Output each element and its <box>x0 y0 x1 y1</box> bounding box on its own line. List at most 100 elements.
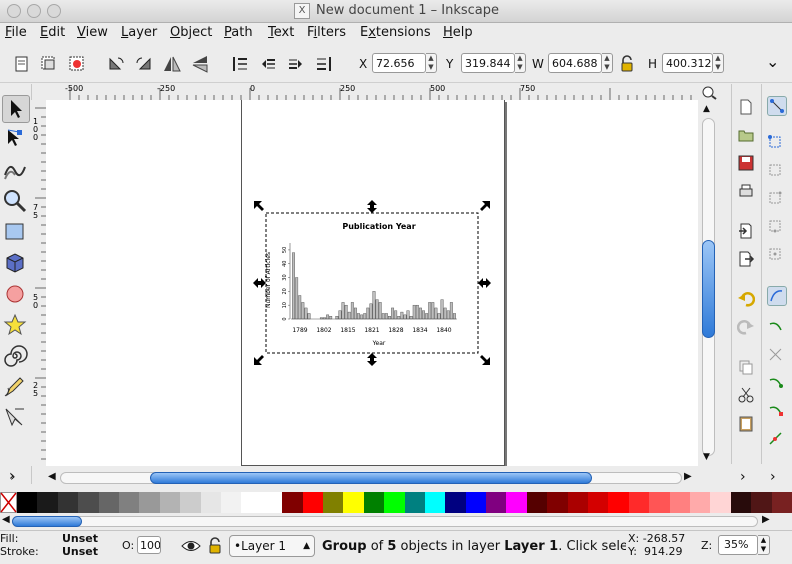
color-swatch[interactable] <box>57 492 79 513</box>
scroll-right-arrow[interactable]: ▶ <box>684 471 692 482</box>
snap-path-intersection-icon[interactable] <box>767 346 785 364</box>
color-swatch[interactable] <box>302 492 324 513</box>
new-document-icon[interactable] <box>737 98 755 116</box>
color-swatch[interactable] <box>710 492 732 513</box>
3d-box-tool-icon[interactable] <box>2 250 28 276</box>
palette-scroll-right-arrow[interactable]: ▶ <box>762 514 770 525</box>
pencil-tool-icon[interactable] <box>2 374 28 400</box>
color-swatch[interactable] <box>506 492 528 513</box>
color-swatch[interactable] <box>78 492 100 513</box>
select-all-layers-icon[interactable] <box>39 54 59 74</box>
y-input[interactable]: 319.844 <box>461 53 515 73</box>
horizontal-scrollbar[interactable]: ◀ ▶ <box>46 470 698 486</box>
layer-dropdown[interactable]: •Layer 1 ▲ <box>229 535 315 557</box>
color-swatch[interactable] <box>669 492 691 513</box>
zoom-fit-icon[interactable] <box>700 84 718 100</box>
snap-midpoint-icon[interactable] <box>767 430 785 448</box>
snap-smooth-node-icon[interactable] <box>767 402 785 420</box>
drawing-canvas[interactable]: Publication Year Year Number of Articles… <box>46 100 698 466</box>
color-swatch[interactable] <box>690 492 711 513</box>
node-tool-icon[interactable] <box>2 126 28 152</box>
menu-path[interactable]: Path <box>224 25 253 40</box>
zoom-tool-icon[interactable] <box>2 188 28 214</box>
star-tool-icon[interactable] <box>2 312 28 338</box>
copy-icon[interactable] <box>737 358 755 376</box>
handle-se[interactable] <box>480 355 490 365</box>
color-swatch[interactable] <box>567 492 589 513</box>
open-folder-icon[interactable] <box>737 126 755 144</box>
color-swatch[interactable] <box>322 492 344 513</box>
palette-scroll-thumb[interactable] <box>12 516 82 527</box>
handle-nw[interactable] <box>254 201 264 211</box>
palette-scroll-track[interactable] <box>12 516 758 527</box>
handle-s[interactable] <box>367 353 377 366</box>
snap-nodes-icon[interactable] <box>767 286 787 306</box>
horizontal-scroll-thumb[interactable] <box>150 472 592 484</box>
color-swatch[interactable] <box>465 492 487 513</box>
print-icon[interactable] <box>737 182 755 200</box>
commands-more-icon[interactable]: › <box>740 469 746 485</box>
menu-filters[interactable]: Filters <box>307 25 346 40</box>
snap-path-icon[interactable] <box>767 318 785 336</box>
color-swatch[interactable] <box>424 492 446 513</box>
redo-icon[interactable] <box>737 318 755 336</box>
menu-help[interactable]: Help <box>443 25 473 40</box>
x-input[interactable]: 72.656 <box>372 53 426 73</box>
handle-sw[interactable] <box>254 355 264 365</box>
color-swatch[interactable] <box>526 492 548 513</box>
minimize-window-button[interactable] <box>27 4 41 18</box>
w-input[interactable]: 604.688 <box>548 53 602 73</box>
color-swatch[interactable] <box>37 492 59 513</box>
color-swatch[interactable] <box>588 492 609 513</box>
flip-vertical-icon[interactable] <box>190 54 210 74</box>
lower-to-bottom-icon[interactable] <box>314 54 334 74</box>
menu-text[interactable]: Text <box>268 25 294 40</box>
rotate-cw-icon[interactable] <box>134 54 154 74</box>
color-swatch[interactable] <box>159 492 181 513</box>
menu-edit[interactable]: Edit <box>40 25 65 40</box>
snap-toggle-icon[interactable] <box>767 96 787 116</box>
spiral-tool-icon[interactable] <box>2 343 28 369</box>
snap-bbox-icon[interactable] <box>767 134 785 152</box>
palette-scroll-left-arrow[interactable]: ◀ <box>2 514 10 525</box>
menu-extensions[interactable]: Extensions <box>360 25 431 40</box>
save-icon[interactable] <box>737 154 755 172</box>
snap-bbox-midpoint-icon[interactable] <box>767 218 785 236</box>
menu-file[interactable]: File <box>5 25 27 40</box>
color-swatch[interactable] <box>118 492 140 513</box>
vertical-scrollbar[interactable]: ▲ ▼ <box>700 100 716 466</box>
color-swatch[interactable] <box>384 492 405 513</box>
scroll-left-arrow[interactable]: ◀ <box>48 471 56 482</box>
h-input[interactable]: 400.312 <box>662 53 713 73</box>
raise-to-top-icon[interactable] <box>230 54 250 74</box>
w-stepper[interactable]: ▲ ▼ <box>602 53 613 73</box>
color-swatch[interactable] <box>343 492 365 513</box>
zoom-input[interactable]: 35% <box>718 535 758 555</box>
color-swatch[interactable] <box>628 492 650 513</box>
paste-icon[interactable] <box>737 414 755 432</box>
close-window-button[interactable] <box>7 4 21 18</box>
snap-more-icon[interactable]: › <box>770 469 776 485</box>
color-swatch[interactable] <box>404 492 426 513</box>
zoom-window-button[interactable] <box>47 4 61 18</box>
color-swatch[interactable] <box>241 492 263 513</box>
handle-n[interactable] <box>367 200 377 213</box>
stroke-value[interactable]: Unset <box>62 545 98 558</box>
zoom-stepper[interactable]: ▲ ▼ <box>758 535 770 555</box>
color-swatch[interactable] <box>649 492 671 513</box>
toolbar-overflow-button[interactable]: ⌄ <box>766 52 779 71</box>
color-swatch[interactable] <box>261 492 283 513</box>
color-swatch[interactable] <box>771 492 792 513</box>
rectangle-tool-icon[interactable] <box>2 219 28 245</box>
handle-ne[interactable] <box>480 201 490 211</box>
y-stepper[interactable]: ▲ ▼ <box>515 53 526 73</box>
scroll-down-arrow[interactable]: ▼ <box>703 452 710 462</box>
color-swatch[interactable] <box>139 492 161 513</box>
snap-cusp-node-icon[interactable] <box>767 374 785 392</box>
color-swatch[interactable] <box>17 492 38 513</box>
color-swatch[interactable] <box>547 492 569 513</box>
color-swatch[interactable] <box>751 492 773 513</box>
deselect-icon[interactable] <box>67 54 87 74</box>
select-all-icon[interactable] <box>12 54 32 74</box>
menu-object[interactable]: Object <box>170 25 212 40</box>
